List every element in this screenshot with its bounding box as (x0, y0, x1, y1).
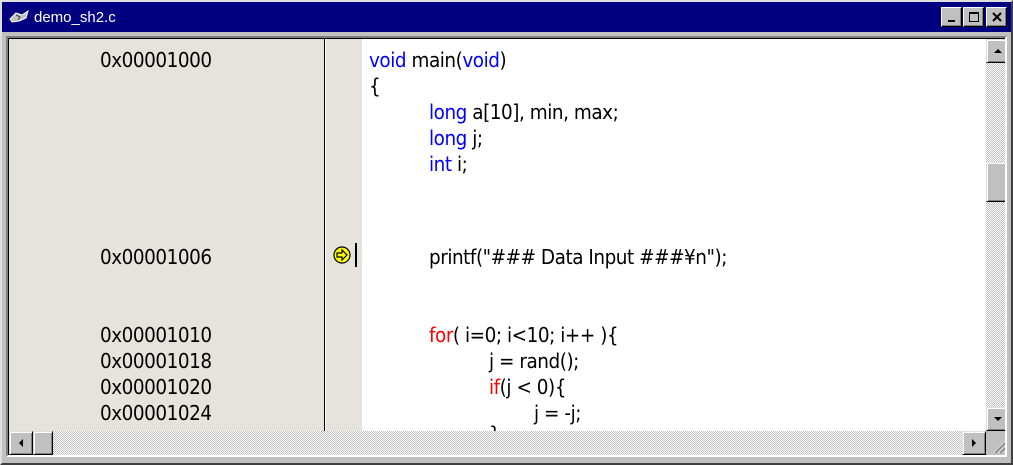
code-line: j = rand(); (489, 349, 579, 373)
code-text: a[10], min, max; (466, 100, 619, 124)
keyword: int (429, 152, 452, 176)
minimize-button[interactable] (941, 7, 962, 27)
code-line: j = -j; (534, 401, 581, 425)
code-text: main( (406, 48, 463, 72)
keyword: void (369, 48, 407, 72)
code-line: int i; (429, 151, 468, 177)
address-label: 0x00001000 (100, 48, 212, 72)
keyword: long (429, 100, 467, 124)
code-line: long j; (429, 125, 483, 151)
address-label: 0x00001020 (100, 375, 212, 399)
code-line: long a[10], min, max; (429, 99, 619, 125)
program-counter-arrow-icon (333, 246, 351, 264)
editor-window: demo_sh2.c 0x00001000 0x00001006 0x00001… (0, 0, 1013, 465)
address-column: 0x00001000 0x00001006 0x00001010 0x00001… (9, 39, 325, 431)
horizontal-scrollbar[interactable] (9, 431, 986, 455)
arrow-right-icon (972, 439, 976, 447)
code-line: { (369, 74, 381, 98)
address-label: 0x00001010 (100, 323, 212, 347)
breakpoint-gutter[interactable] (326, 39, 362, 431)
code-text: ) (499, 48, 507, 72)
code-line-current: printf("### Data Input ###¥n"); (429, 245, 727, 269)
arrow-left-icon (19, 439, 23, 447)
resize-grip-icon (993, 441, 1005, 454)
keyword: if (489, 375, 500, 399)
address-label: 0x00001024 (100, 401, 212, 425)
window-title: demo_sh2.c (34, 8, 116, 26)
source-code-area[interactable]: void main(void) { long a[10], min, max; … (362, 39, 986, 431)
arrow-down-icon (994, 417, 1002, 421)
code-text: ( i=0; i<10; i++ ){ (452, 323, 619, 347)
code-line: if(j < 0){ (489, 374, 566, 400)
window-controls (940, 7, 1007, 27)
maximize-button[interactable] (963, 7, 984, 27)
scroll-up-button[interactable] (986, 39, 1005, 63)
keyword: for (429, 323, 453, 347)
scroll-down-button[interactable] (986, 407, 1005, 431)
address-label: 0x00001006 (100, 245, 212, 269)
vertical-scroll-thumb[interactable] (986, 162, 1005, 202)
editor-client-area: 0x00001000 0x00001006 0x00001010 0x00001… (6, 36, 1007, 457)
scroll-left-button[interactable] (9, 431, 33, 455)
code-text: i; (451, 152, 468, 176)
close-icon (991, 12, 1002, 22)
code-line: for( i=0; i<10; i++ ){ (429, 322, 619, 348)
code-line: void main(void) (369, 47, 507, 73)
file-icon[interactable] (6, 6, 32, 28)
resize-grip[interactable] (986, 431, 1005, 455)
title-bar[interactable]: demo_sh2.c (2, 2, 1011, 32)
keyword: long (429, 126, 467, 150)
close-button[interactable] (986, 7, 1007, 27)
arrow-up-icon (994, 49, 1002, 53)
maximize-icon (968, 12, 979, 22)
address-label: 0x00001018 (100, 349, 212, 373)
scroll-right-button[interactable] (962, 431, 986, 455)
vertical-scrollbar[interactable] (986, 39, 1005, 431)
code-line: } (489, 421, 501, 431)
minimize-icon (947, 20, 955, 22)
code-text: j; (466, 126, 483, 150)
keyword: void (462, 48, 500, 72)
code-text: (j < 0){ (499, 375, 567, 399)
text-cursor (355, 243, 357, 267)
horizontal-scroll-thumb[interactable] (33, 431, 53, 455)
